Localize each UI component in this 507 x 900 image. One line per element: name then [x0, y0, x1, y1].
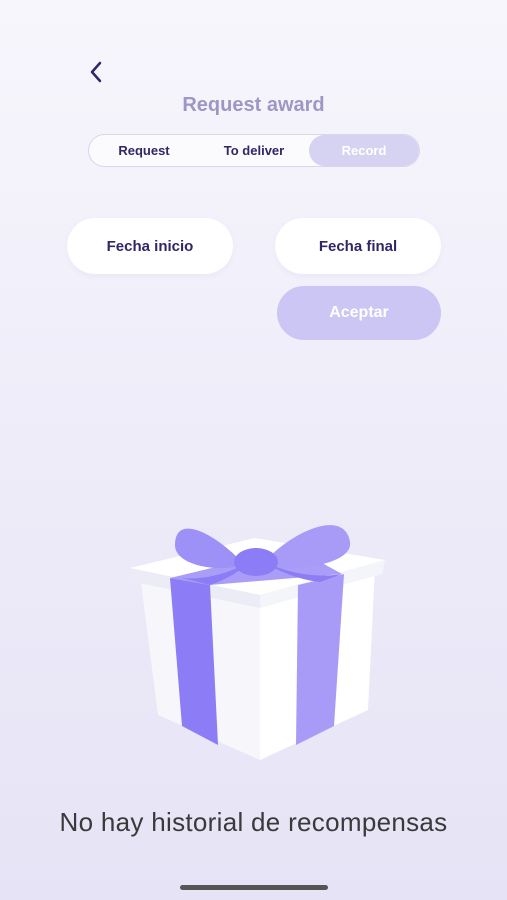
- start-date-button[interactable]: Fecha inicio: [67, 218, 233, 274]
- tab-request[interactable]: Request: [89, 135, 199, 166]
- tab-to-deliver[interactable]: To deliver: [199, 135, 309, 166]
- back-button[interactable]: [82, 58, 110, 86]
- page-title: Request award: [182, 94, 325, 116]
- accept-button[interactable]: Aceptar: [277, 286, 441, 340]
- chevron-left-icon: [90, 61, 102, 83]
- empty-state-message: No hay historial de recompensas: [59, 807, 448, 837]
- segmented-tabs: Request To deliver Record: [88, 134, 420, 167]
- end-date-button[interactable]: Fecha final: [275, 218, 441, 274]
- home-indicator: [180, 885, 328, 890]
- gift-box-icon: [130, 525, 385, 760]
- tab-record[interactable]: Record: [309, 135, 419, 166]
